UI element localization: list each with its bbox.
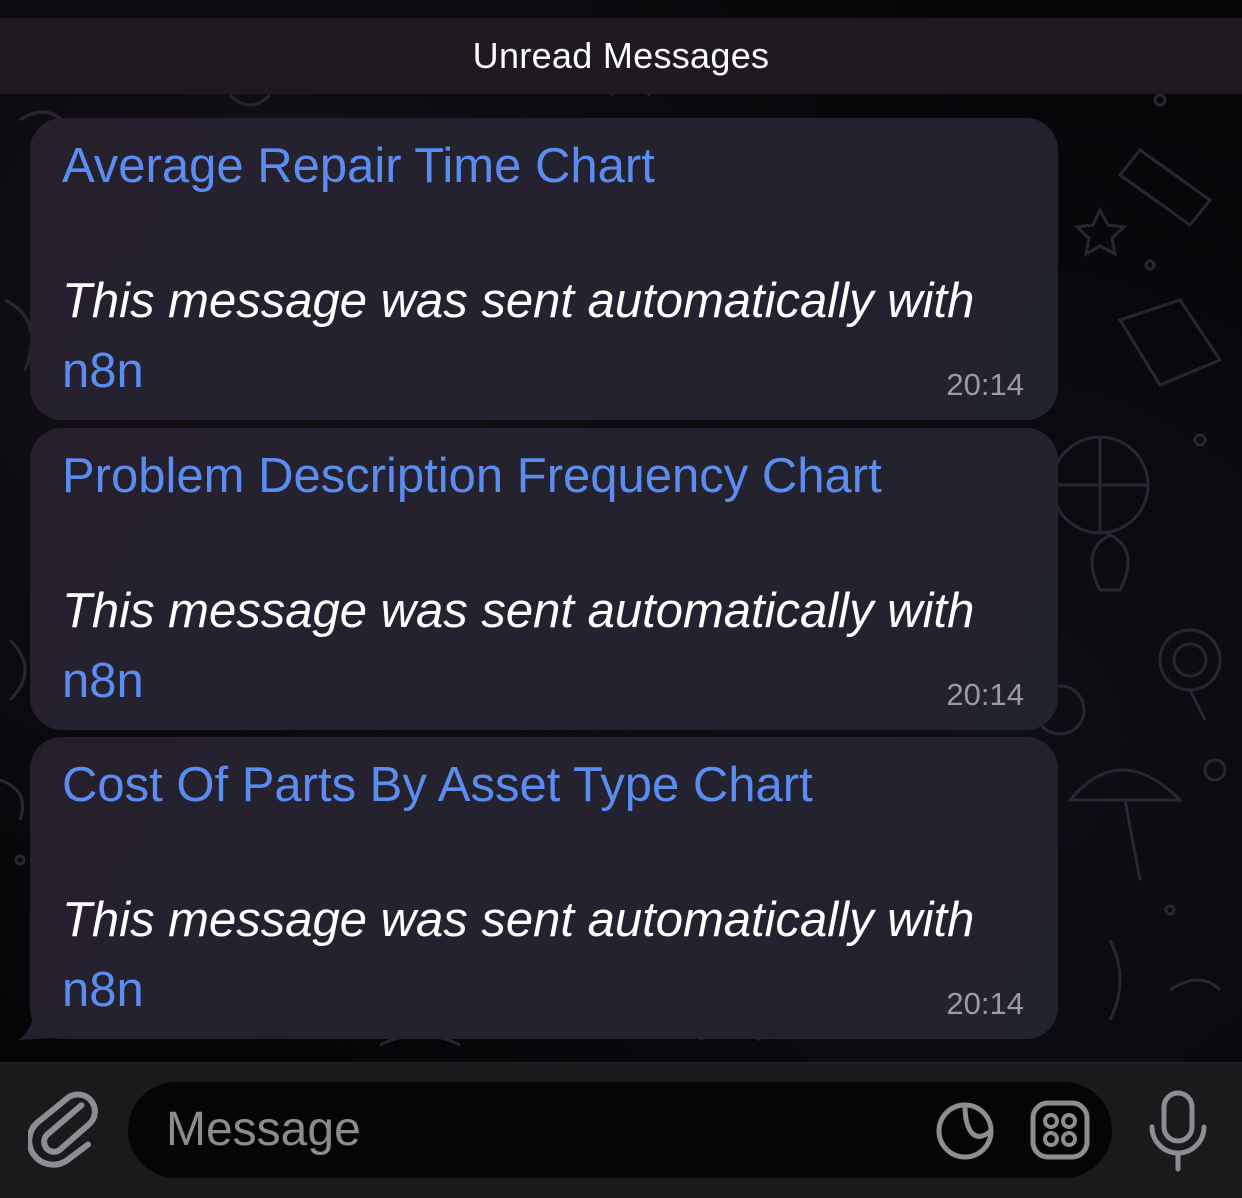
n8n-link[interactable]: n8n [62,962,144,1018]
unread-messages-label: Unread Messages [472,35,770,76]
message-timestamp: 20:14 [946,677,1024,712]
message-title: Problem Description Frequency Chart [62,449,882,503]
sticker-icon[interactable] [934,1100,996,1162]
message-input[interactable]: Message [128,1082,1112,1178]
message-title: Cost Of Parts By Asset Type Chart [62,758,813,812]
message-body: This message was sent automatically with [62,274,975,328]
chat-area[interactable]: Unread Messages Average Repair Time Char… [0,0,1242,1062]
message-body: This message was sent automatically with [62,584,975,638]
bubble-tail [18,1010,54,1040]
unread-messages-divider: Unread Messages [0,18,1242,94]
message-bubble[interactable]: Problem Description Frequency Chart This… [30,428,1058,730]
paperclip-icon[interactable] [28,1089,100,1169]
message-composer: Message [0,1062,1242,1198]
message-bubble[interactable]: Average Repair Time Chart This message w… [30,118,1058,420]
message-timestamp: 20:14 [946,367,1024,402]
message-timestamp: 20:14 [946,986,1024,1021]
n8n-link[interactable]: n8n [62,343,144,399]
message-body: This message was sent automatically with [62,893,975,947]
emoji-panel-icon[interactable] [1029,1099,1091,1161]
message-input-placeholder: Message [166,1103,361,1156]
message-bubble[interactable]: Cost Of Parts By Asset Type Chart This m… [30,737,1058,1039]
microphone-icon[interactable] [1146,1089,1210,1173]
n8n-link[interactable]: n8n [62,653,144,709]
message-title: Average Repair Time Chart [62,139,655,193]
